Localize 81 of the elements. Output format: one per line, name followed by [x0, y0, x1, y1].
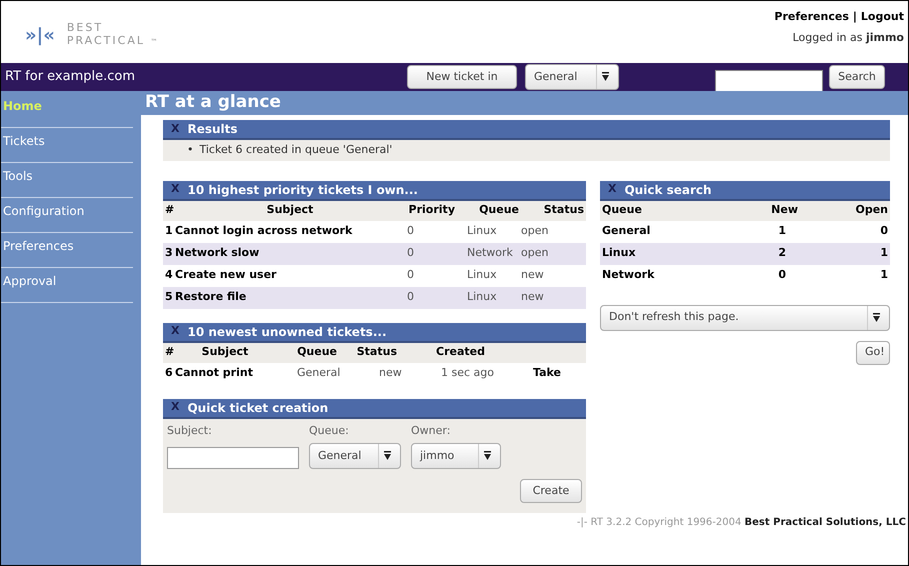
column-header: Queue — [478, 202, 519, 218]
column-header: Subject — [200, 344, 250, 360]
table-cell-text: Linux — [467, 289, 498, 306]
table-cell-text: new — [521, 267, 545, 284]
table-cell-text: 0 — [407, 267, 415, 284]
bullet: • — [187, 142, 194, 158]
box-title: Results — [187, 121, 238, 138]
column-header: New — [770, 202, 798, 218]
table-cell-text: Linux — [467, 223, 498, 240]
queue-select[interactable]: General — [309, 443, 401, 469]
field-label: Owner: — [411, 422, 452, 438]
ticket-link[interactable]: Cannot login across network — [175, 223, 407, 240]
dropdown-arrow-icon — [601, 72, 610, 82]
nav-title: RT for example.com — [5, 68, 136, 86]
new-ticket-button[interactable]: New ticket in — [407, 65, 517, 89]
column-header: Status — [356, 344, 397, 360]
logout-link[interactable]: Logout — [860, 9, 904, 26]
table-cell-text: 1 — [879, 245, 888, 262]
take-link[interactable]: Take — [533, 365, 561, 382]
box-title: Quick ticket creation — [187, 400, 328, 416]
table-cell-text: 0 — [777, 267, 787, 284]
table-cell-text: new — [521, 289, 545, 306]
go-button[interactable]: Go! — [856, 340, 890, 364]
column-header: Queue — [602, 202, 643, 218]
table-cell-text: 1 — [879, 267, 888, 284]
ticket-number[interactable]: 1 — [165, 223, 175, 240]
table-cell-text: General — [297, 365, 342, 382]
table-cell-text: 1 sec ago — [441, 365, 495, 382]
box-title: Quick search — [624, 182, 712, 198]
ticket-link[interactable]: Create new user — [175, 267, 407, 284]
field-label: Subject: — [167, 422, 213, 438]
logo-text: BEST — [66, 21, 104, 34]
footer-text: -|- RT 3.2.2 Copyright 1996-2004 Best Practical Solutions, LLC — [576, 516, 906, 530]
box-title: 10 highest priority tickets I own... — [187, 182, 418, 198]
dropdown-arrow-icon — [383, 451, 392, 461]
ticket-number[interactable]: 6 — [165, 365, 175, 382]
column-header: Subject — [266, 202, 314, 218]
queue-link[interactable]: Linux — [602, 245, 738, 262]
table-cell-text: open — [521, 223, 550, 240]
table-cell-text: 0 — [407, 245, 415, 262]
table-cell-text: 1 — [777, 223, 787, 240]
column-header: Queue — [296, 344, 337, 360]
subject-field[interactable] — [167, 447, 299, 469]
table-cell-text: 0 — [407, 289, 415, 306]
column-header: Created — [435, 344, 485, 360]
ticket-number[interactable]: 5 — [165, 289, 175, 306]
queue-link[interactable]: Network — [602, 267, 738, 284]
column-header: Priority — [408, 202, 455, 218]
search-button[interactable]: Search — [829, 65, 885, 89]
result-message: Ticket 6 created in queue 'General' — [200, 142, 392, 158]
column-header: Status — [542, 202, 584, 218]
refresh-select[interactable]: Don't refresh this page. — [600, 304, 890, 330]
box-title: 10 newest unowned tickets... — [187, 324, 387, 340]
ticket-link[interactable]: Cannot print — [175, 365, 297, 382]
table-cell-text: 2 — [777, 245, 787, 262]
ticket-number[interactable]: 3 — [165, 245, 175, 262]
column-header: # — [165, 202, 176, 218]
table-cell-text: 0 — [407, 223, 415, 240]
table-cell-text: 0 — [879, 223, 888, 240]
queue-link[interactable]: General — [602, 223, 738, 240]
separator: | — [852, 9, 857, 25]
ticket-link[interactable]: Restore file — [175, 289, 407, 306]
create-button[interactable]: Create — [520, 479, 582, 503]
table-cell-text: Network — [467, 245, 514, 262]
owner-select[interactable]: jimmo — [411, 443, 501, 469]
column-header: Open — [854, 202, 888, 218]
table-cell-text: Linux — [467, 267, 498, 284]
field-label: Queue: — [309, 422, 350, 438]
queue-select[interactable]: General — [525, 64, 619, 90]
search-field[interactable] — [715, 70, 823, 92]
ticket-link[interactable]: Network slow — [175, 245, 407, 262]
table-cell-text: open — [521, 245, 550, 262]
table-cell-text: new — [379, 365, 403, 382]
page-title: RT at a glance — [145, 91, 281, 114]
dropdown-arrow-icon — [483, 451, 492, 461]
logo-mark: »|« — [25, 24, 55, 48]
column-header: # — [165, 344, 176, 360]
dropdown-arrow-icon — [872, 312, 881, 322]
preferences-link[interactable]: Preferences — [774, 9, 849, 26]
logged-in-text: Logged in as jimmo — [792, 30, 904, 46]
ticket-number[interactable]: 4 — [165, 267, 175, 284]
